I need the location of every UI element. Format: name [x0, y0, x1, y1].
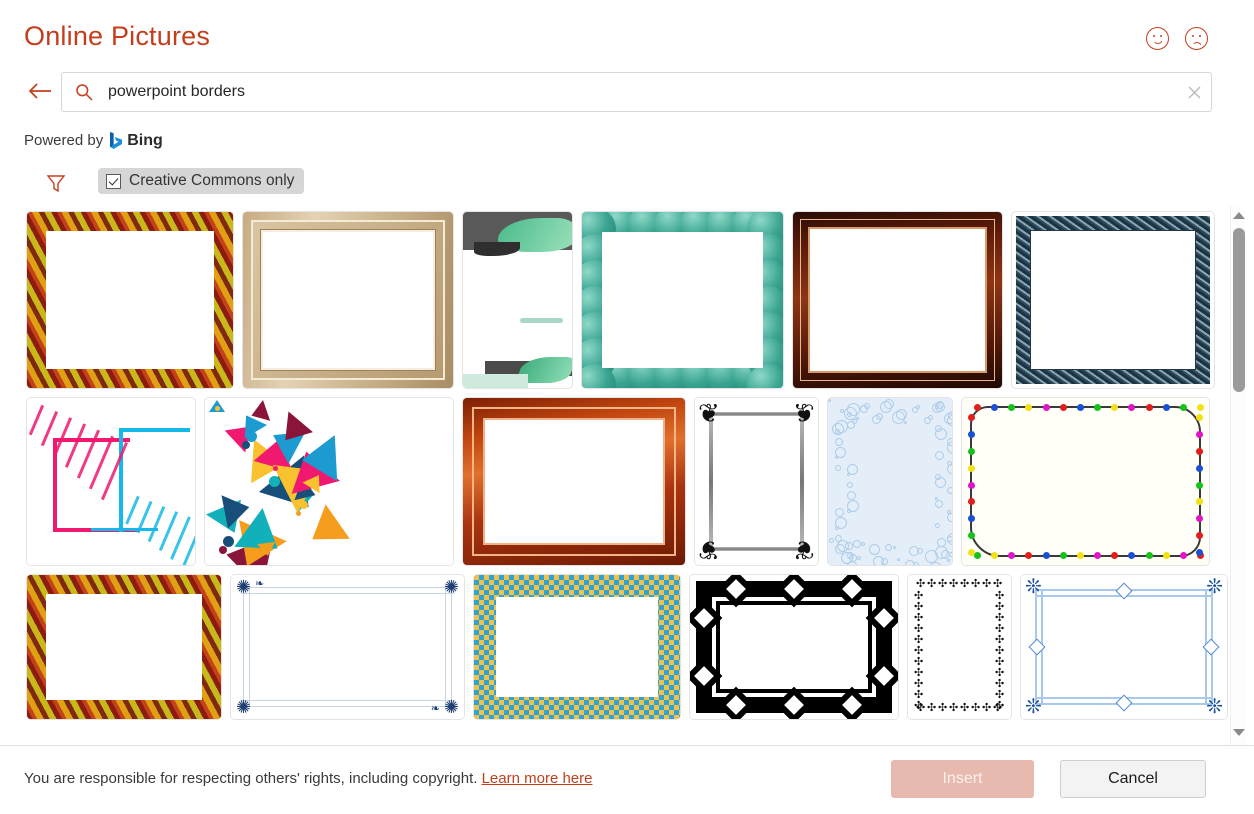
scroll-up-arrow-icon[interactable]	[1233, 212, 1245, 222]
result-thumbnail-pink-cyan-sketch-frame[interactable]	[26, 397, 196, 566]
result-thumbnail-black-diamond-frame[interactable]	[689, 574, 899, 720]
learn-more-link[interactable]: Learn more here	[482, 770, 593, 787]
results-scrollbar[interactable]	[1230, 206, 1246, 745]
green-wave-portrait-frame-art	[463, 212, 572, 388]
result-thumbnail-black-motif-portrait-frame[interactable]: ✣ ✣ ✣ ✣ ✣ ✣ ✣ ✣ ✣ ✣ ✣ ✣ ✣ ✣ ✣ ✣ ✣ ✣ ✣ ✣ ✣ ✣ ✣ ✣ ✣ ✣ ✣ ✣ ✣ ✣ ✣ ✣ ✣ ✣ ✣ ✣ ✣ ✣	[907, 574, 1012, 720]
filter-row: Creative Commons only	[0, 166, 1254, 206]
blue-ornate-corner-frame-art: ❊ ❊ ❊ ❊	[1021, 575, 1227, 719]
search-input[interactable]	[93, 73, 1177, 111]
results-area: ❦ ❦ ❦ ❦ ✺ ✺ ✺ ✺ ❧ ❧ ✣ ✣ ✣ ✣ ✣ ✣ ✣ ✣ ✣ ✣ ✣ ✣ ✣ ✣ ✣ ✣ ✣ ✣ ✣ ✣ ✣ ✣ ✣ ✣ ✣ ✣ ✣ ✣ ✣ ✣…	[0, 206, 1254, 745]
result-thumbnail-mahogany-frame[interactable]	[792, 211, 1003, 389]
results-row	[26, 211, 1230, 389]
result-thumbnail-teal-bubble-frame[interactable]	[581, 211, 784, 389]
blue-bubble-page-frame-art	[828, 398, 952, 565]
result-thumbnail-blue-floral-delicate-frame[interactable]: ✺ ✺ ✺ ✺ ❧ ❧	[230, 574, 465, 720]
clear-x-icon[interactable]	[1177, 73, 1211, 111]
navy-certificate-frame-art	[1012, 212, 1214, 388]
dialog-footer: You are responsible for respecting other…	[0, 745, 1254, 814]
result-thumbnail-green-wave-portrait-frame[interactable]	[462, 211, 573, 389]
result-thumbnail-gold-wood-frame[interactable]	[242, 211, 454, 389]
bing-wordmark: Bing	[127, 131, 163, 149]
frowny-face-icon[interactable]	[1185, 27, 1208, 50]
result-thumbnail-red-wood-frame[interactable]	[462, 397, 686, 566]
insert-button[interactable]: Insert	[891, 760, 1034, 798]
powered-by-prefix: Powered by	[24, 132, 104, 149]
autumn-leaves-frame-art	[27, 212, 233, 388]
search-row	[0, 72, 1254, 122]
results-row: ❦ ❦ ❦ ❦	[26, 397, 1230, 566]
powered-by-row: Powered by Bing	[0, 122, 1254, 166]
powered-by-label: Powered by Bing	[24, 131, 163, 150]
ornate-black-corner-frame-art: ❦ ❦ ❦ ❦	[695, 398, 818, 565]
creative-commons-checkbox[interactable]	[106, 173, 121, 189]
result-thumbnail-navy-certificate-frame[interactable]	[1011, 211, 1215, 389]
disclaimer-text: You are responsible for respecting other…	[24, 770, 478, 787]
scrollbar-thumb[interactable]	[1233, 228, 1245, 392]
mosaic-checker-frame-art	[474, 575, 680, 719]
creative-commons-filter[interactable]: Creative Commons only	[98, 168, 305, 194]
result-thumbnail-autumn-leaves-frame-2[interactable]	[26, 574, 222, 720]
bing-logo-icon: Bing	[109, 131, 163, 150]
results-row: ✺ ✺ ✺ ✺ ❧ ❧ ✣ ✣ ✣ ✣ ✣ ✣ ✣ ✣ ✣ ✣ ✣ ✣ ✣ ✣ ✣ ✣ ✣ ✣ ✣ ✣ ✣ ✣ ✣ ✣ ✣ ✣ ✣ ✣ ✣ ✣ ✣ ✣ ✣ ✣…	[26, 574, 1230, 720]
autumn-leaves-frame-2-art	[27, 575, 221, 719]
black-motif-portrait-frame-art: ✣ ✣ ✣ ✣ ✣ ✣ ✣ ✣ ✣ ✣ ✣ ✣ ✣ ✣ ✣ ✣ ✣ ✣ ✣ ✣ ✣ ✣ ✣ ✣ ✣ ✣ ✣ ✣ ✣ ✣ ✣ ✣ ✣ ✣ ✣ ✣ ✣ ✣	[908, 575, 1011, 719]
dialog-header: Online Pictures	[0, 0, 1254, 72]
red-wood-frame-art	[463, 398, 685, 565]
black-diamond-frame-art	[690, 575, 898, 719]
online-pictures-dialog: Online Pictures powerpoint borders Power…	[0, 0, 1254, 814]
scroll-down-arrow-icon[interactable]	[1233, 729, 1245, 739]
results-grid: ❦ ❦ ❦ ❦ ✺ ✺ ✺ ✺ ❧ ❧ ✣ ✣ ✣ ✣ ✣ ✣ ✣ ✣ ✣ ✣ ✣ ✣ ✣ ✣ ✣ ✣ ✣ ✣ ✣ ✣ ✣ ✣ ✣ ✣ ✣ ✣ ✣ ✣ ✣ ✣…	[0, 206, 1230, 745]
result-thumbnail-ornate-black-corner-frame[interactable]: ❦ ❦ ❦ ❦	[694, 397, 819, 566]
blue-floral-delicate-frame-art: ✺ ✺ ✺ ✺ ❧ ❧	[231, 575, 464, 719]
smiley-face-icon[interactable]	[1146, 27, 1169, 50]
feedback-group	[1146, 27, 1208, 50]
christmas-lights-frame-art	[962, 398, 1209, 565]
search-icon	[75, 83, 93, 101]
cancel-button[interactable]: Cancel	[1060, 760, 1206, 798]
result-thumbnail-mosaic-checker-frame[interactable]	[473, 574, 681, 720]
gold-wood-frame-art	[243, 212, 453, 388]
result-thumbnail-autumn-leaves-frame[interactable]	[26, 211, 234, 389]
result-thumbnail-geometric-triangles-frame[interactable]	[204, 397, 454, 566]
geometric-triangles-frame-art	[205, 398, 453, 565]
back-arrow-icon[interactable]	[27, 78, 53, 104]
page-title: Online Pictures	[24, 21, 211, 51]
filter-funnel-icon[interactable]	[45, 172, 67, 194]
teal-bubble-frame-art	[582, 212, 783, 388]
result-thumbnail-blue-bubble-page-frame[interactable]	[827, 397, 953, 566]
search-box[interactable]	[61, 72, 1212, 112]
copyright-disclaimer: You are responsible for respecting other…	[24, 770, 592, 787]
result-thumbnail-christmas-lights-frame[interactable]	[961, 397, 1210, 566]
creative-commons-label: Creative Commons only	[129, 172, 295, 189]
result-thumbnail-blue-ornate-corner-frame[interactable]: ❊ ❊ ❊ ❊	[1020, 574, 1228, 720]
mahogany-frame-art	[793, 212, 1002, 388]
pink-cyan-sketch-frame-art	[27, 398, 195, 565]
